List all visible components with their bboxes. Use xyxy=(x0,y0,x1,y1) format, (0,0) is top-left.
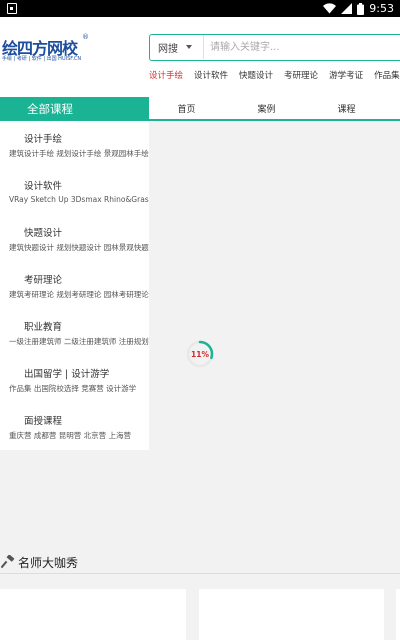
category-item[interactable]: 出国留学 | 设计游学 作品集 出国院校选择 竞赛营 设计游学 xyxy=(0,356,149,403)
nav-bar: 全部课程 首页 案例 课程 xyxy=(0,97,400,121)
category-item[interactable]: 设计软件 VRay Sketch Up 3Dsmax Rhino&Grassho… xyxy=(0,168,149,215)
status-bar: 9:53 xyxy=(0,0,400,17)
category-item[interactable]: 职业教育 一级注册建筑师 二级注册建筑师 注册规划师 xyxy=(0,309,149,356)
teacher-card[interactable] xyxy=(199,589,384,640)
quick-link-study-tour[interactable]: 游学考证 xyxy=(329,69,363,83)
site-logo[interactable]: 绘四方网校 ® 手绘 | 考研 | 软件 | 出国 HUISF.CN xyxy=(2,33,90,65)
category-item[interactable]: 快题设计 建筑快题设计 规划快题设计 园林景观快题 xyxy=(0,215,149,262)
wifi-icon xyxy=(323,3,337,14)
hammer-icon xyxy=(1,555,15,569)
teacher-card[interactable] xyxy=(0,589,186,640)
registered-mark: ® xyxy=(82,33,89,41)
category-item[interactable]: 设计手绘 建筑设计手绘 规划设计手绘 景观园林手绘 xyxy=(0,121,149,168)
category-subitems[interactable]: 建筑设计手绘 规划设计手绘 景观园林手绘 xyxy=(9,148,149,159)
quick-link-portfolio[interactable]: 作品集辅导 xyxy=(374,69,400,83)
signal-icon xyxy=(341,3,353,14)
section-header: 名师大咖秀 xyxy=(0,551,400,573)
notification-icon xyxy=(7,3,17,14)
all-courses-button[interactable]: 全部课程 xyxy=(0,97,149,121)
search-box: 网搜 xyxy=(149,34,400,61)
nav-link-cases[interactable]: 案例 xyxy=(224,97,309,119)
quick-link-quick-design[interactable]: 快题设计 xyxy=(239,69,273,83)
nav-links: 首页 案例 课程 xyxy=(149,97,400,119)
category-title: 考研理论 xyxy=(24,275,63,286)
caret-down-icon xyxy=(186,45,192,49)
status-time: 9:53 xyxy=(369,2,394,15)
search-scope-label: 网搜 xyxy=(158,43,178,55)
category-sidebar: 设计手绘 建筑设计手绘 规划设计手绘 景观园林手绘 设计软件 VRay Sket… xyxy=(0,121,149,450)
section-title: 名师大咖秀 xyxy=(18,555,79,570)
category-title: 设计手绘 xyxy=(24,134,63,145)
category-item[interactable]: 面授课程 重庆营 成都营 昆明营 北京营 上海营 xyxy=(0,403,149,450)
category-subitems[interactable]: 建筑快题设计 规划快题设计 园林景观快题 xyxy=(9,242,149,253)
nav-link-courses[interactable]: 课程 xyxy=(309,97,384,119)
teacher-cards xyxy=(0,589,400,640)
loading-indicator: 11% xyxy=(186,340,214,368)
header: 绘四方网校 ® 手绘 | 考研 | 软件 | 出国 HUISF.CN 网搜 设计… xyxy=(0,17,400,97)
category-subitems[interactable]: 重庆营 成都营 昆明营 北京营 上海营 xyxy=(9,430,149,441)
logo-tagline: 手绘 | 考研 | 软件 | 出国 HUISF.CN xyxy=(2,56,82,62)
search-input[interactable] xyxy=(210,37,400,57)
category-title: 出国留学 | 设计游学 xyxy=(24,369,110,380)
category-subitems[interactable]: 一级注册建筑师 二级注册建筑师 注册规划师 xyxy=(9,336,149,347)
category-title: 职业教育 xyxy=(24,322,63,333)
quick-link-design-software[interactable]: 设计软件 xyxy=(194,69,228,83)
quick-link-design-sketch[interactable]: 设计手绘 xyxy=(149,69,183,83)
battery-icon xyxy=(357,2,365,15)
category-title: 快题设计 xyxy=(24,228,63,239)
category-item[interactable]: 考研理论 建筑考研理论 规划考研理论 园林考研理论 xyxy=(0,262,149,309)
quick-link-postgrad-theory[interactable]: 考研理论 xyxy=(284,69,318,83)
category-subitems[interactable]: 建筑考研理论 规划考研理论 园林考研理论 xyxy=(9,289,149,300)
search-divider xyxy=(203,35,204,59)
section-divider xyxy=(0,573,400,574)
category-subitems[interactable]: 作品集 出国院校选择 竞赛营 设计游学 xyxy=(9,383,149,394)
category-title: 设计软件 xyxy=(24,181,63,192)
search-scope-dropdown[interactable]: 网搜 xyxy=(158,35,192,59)
nav-link-home[interactable]: 首页 xyxy=(149,97,224,119)
category-subitems[interactable]: VRay Sketch Up 3Dsmax Rhino&Grasshopper xyxy=(9,195,149,204)
quick-links: 设计手绘 设计软件 快题设计 考研理论 游学考证 作品集辅导 xyxy=(149,69,400,83)
loading-progress-text: 11% xyxy=(191,349,209,359)
teacher-card[interactable] xyxy=(396,589,400,640)
category-title: 面授课程 xyxy=(24,416,63,427)
